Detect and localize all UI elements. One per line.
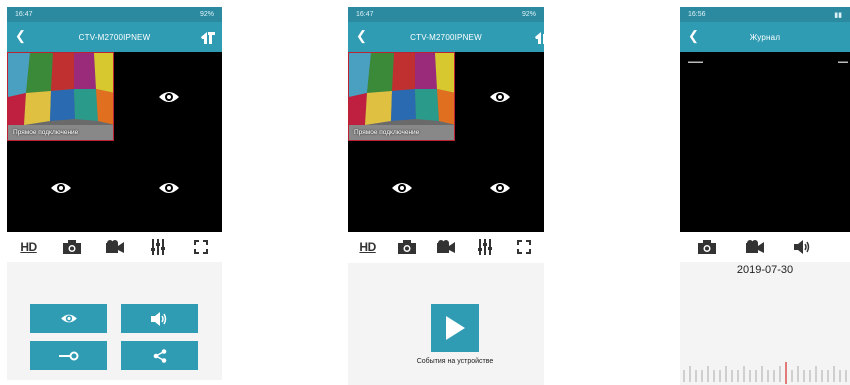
status-time: 16:47 <box>356 11 374 18</box>
page-title: Журнал <box>749 32 781 42</box>
video-overlay-right: ▬▬ <box>838 59 848 65</box>
fullscreen-icon[interactable] <box>513 236 535 258</box>
eye-icon <box>490 182 510 193</box>
camera-grid: Прямое подключение <box>348 52 544 232</box>
camera-grid: Прямое подключение <box>7 52 222 232</box>
eye-icon <box>60 314 77 323</box>
play-icon <box>446 316 465 340</box>
unlock-key-button[interactable] <box>30 341 107 370</box>
speaker-icon <box>150 311 166 326</box>
camera-slot-2[interactable] <box>115 52 222 141</box>
test-pattern-image <box>8 53 113 140</box>
back-arrow-icon[interactable]: ❮ <box>356 28 367 44</box>
screenshot-composite: 16:47 92% ❮ CTV-M2700IPNEW Прямое подклю… <box>0 0 850 385</box>
camera-feed-1[interactable]: Прямое подключение <box>348 52 455 141</box>
journal-date: 2019-07-30 <box>736 264 794 276</box>
snapshot-camera-icon[interactable] <box>396 236 418 258</box>
camera-slot-4[interactable] <box>115 143 222 232</box>
eye-icon <box>158 91 179 102</box>
status-bar: 16:47 92% <box>7 7 222 22</box>
title-bar: ❮ CTV-M2700IPNEW <box>7 22 222 52</box>
camera-slot-4[interactable] <box>456 143 544 232</box>
phone-screen-device-events: 16:47 92% ❮ CTV-M2700IPNEW Прямое подклю… <box>348 7 544 385</box>
audio-button[interactable] <box>121 304 198 333</box>
title-bar: ❮ CTV-M2700IPNEW <box>348 22 544 52</box>
status-battery: 92% <box>521 11 536 18</box>
home-settings-icon[interactable] <box>200 29 216 45</box>
snapshot-camera-icon[interactable] <box>61 236 83 258</box>
connection-caption: Прямое подключение <box>354 129 420 136</box>
eye-icon <box>391 182 412 193</box>
status-bar: 16:56 ▮▮ <box>680 7 850 22</box>
camera-slot-3[interactable] <box>348 143 455 232</box>
record-video-icon[interactable] <box>435 236 457 258</box>
eye-icon <box>158 182 179 193</box>
signal-icon: ▮▮ <box>834 11 842 19</box>
playback-video[interactable]: ▬▬▬ ▬▬ <box>680 52 850 232</box>
eye-icon <box>490 91 510 102</box>
hd-toggle[interactable]: HD <box>357 236 379 258</box>
fullscreen-icon[interactable] <box>190 236 212 258</box>
home-settings-icon[interactable] <box>534 29 544 45</box>
speaker-icon[interactable] <box>792 236 814 258</box>
control-toolbar: HD <box>348 232 544 262</box>
status-time: 16:56 <box>688 11 706 18</box>
control-toolbar: HD <box>7 232 222 262</box>
page-title: CTV-M2700IPNEW <box>78 32 151 42</box>
hd-toggle[interactable]: HD <box>18 236 40 258</box>
device-events-label: События на устройстве <box>416 358 494 365</box>
key-icon <box>58 351 78 360</box>
camera-feed-1[interactable]: Прямое подключение <box>7 52 114 141</box>
status-time: 16:47 <box>15 11 33 18</box>
equalizer-settings-icon[interactable] <box>474 236 496 258</box>
eye-icon <box>50 182 71 193</box>
video-overlay-left: ▬▬▬ <box>688 59 703 65</box>
phone-screen-journal: 16:56 ▮▮ ❮ Журнал ▬▬▬ ▬▬ 2019-07-30 <box>680 7 850 385</box>
timeline-ruler[interactable] <box>680 362 850 384</box>
journal-toolbar <box>680 232 850 262</box>
status-bar: 16:47 92% <box>348 7 544 22</box>
record-video-icon[interactable] <box>744 236 766 258</box>
page-title: CTV-M2700IPNEW <box>410 32 482 42</box>
device-events-play-button[interactable] <box>431 304 479 352</box>
camera-slot-2[interactable] <box>456 52 544 141</box>
status-battery: 92% <box>199 11 214 18</box>
phone-screen-live-view-controls: 16:47 92% ❮ CTV-M2700IPNEW Прямое подклю… <box>7 7 222 385</box>
test-pattern-image <box>349 53 454 140</box>
back-arrow-icon[interactable]: ❮ <box>688 28 699 44</box>
connection-caption: Прямое подключение <box>13 129 79 136</box>
back-arrow-icon[interactable]: ❮ <box>15 28 26 44</box>
snapshot-camera-icon[interactable] <box>696 236 718 258</box>
equalizer-settings-icon[interactable] <box>147 236 169 258</box>
share-button[interactable] <box>121 341 198 370</box>
record-video-icon[interactable] <box>104 236 126 258</box>
action-panel <box>7 262 222 380</box>
title-bar: ❮ Журнал <box>680 22 850 52</box>
view-button[interactable] <box>30 304 107 333</box>
camera-slot-3[interactable] <box>7 143 114 232</box>
share-icon <box>153 348 166 363</box>
